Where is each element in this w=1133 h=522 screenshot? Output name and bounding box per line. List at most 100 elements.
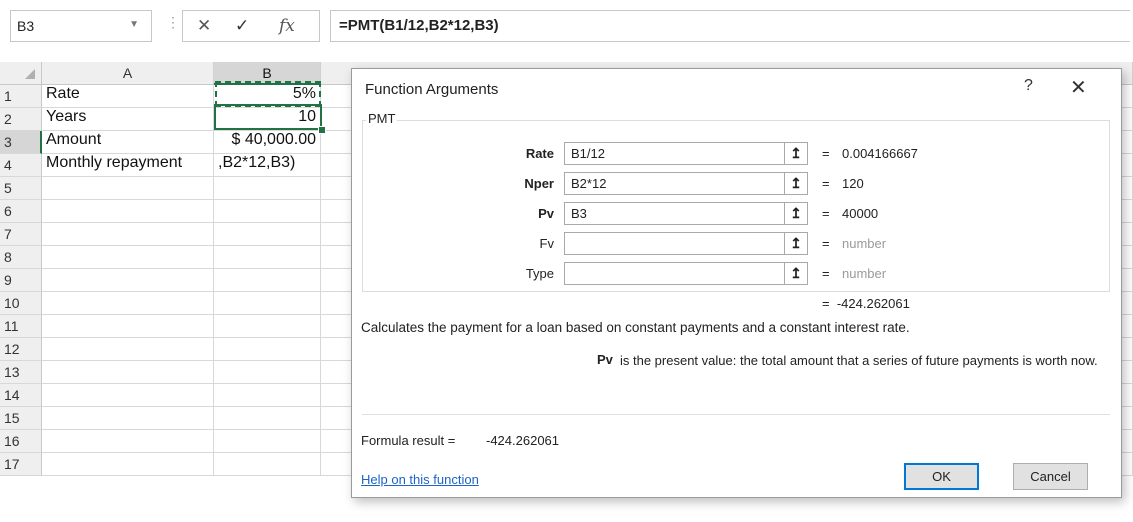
collapse-dialog-icon[interactable]: ↥	[784, 262, 807, 285]
ok-button[interactable]: OK	[904, 463, 979, 490]
empty-cell[interactable]	[214, 407, 321, 430]
argument-help-text: is the present value: the total amount t…	[620, 353, 1098, 368]
empty-cell[interactable]	[214, 200, 321, 223]
empty-cell[interactable]	[42, 338, 214, 361]
row-header[interactable]: 13	[0, 361, 42, 384]
row-header[interactable]: 5	[0, 177, 42, 200]
enter-icon[interactable]: ✓	[235, 16, 249, 36]
equals-sign: =	[822, 146, 830, 161]
row-header[interactable]: 4	[0, 154, 42, 177]
empty-cell[interactable]	[42, 223, 214, 246]
row-header[interactable]: 6	[0, 200, 42, 223]
name-box-value: B3	[17, 18, 35, 34]
insert-function-icon[interactable]: fx	[279, 16, 295, 36]
empty-cell[interactable]	[214, 292, 321, 315]
cell-a3[interactable]: Amount	[42, 131, 214, 154]
cancel-button[interactable]: Cancel	[1013, 463, 1088, 490]
row-header[interactable]: 16	[0, 430, 42, 453]
formula-result-value: -424.262061	[486, 433, 560, 448]
cell-a2[interactable]: Years	[42, 108, 214, 131]
formula-result-label: Formula result =	[361, 433, 456, 448]
row-header[interactable]: 7	[0, 223, 42, 246]
collapse-dialog-icon[interactable]: ↥	[784, 232, 807, 255]
row-header[interactable]: 9	[0, 269, 42, 292]
row-header[interactable]: 10	[0, 292, 42, 315]
empty-cell[interactable]	[214, 453, 321, 476]
argument-help-key: Pv	[597, 352, 613, 367]
argument-label: Rate	[525, 146, 554, 161]
empty-cell[interactable]	[42, 246, 214, 269]
empty-cell[interactable]	[214, 361, 321, 384]
row-header[interactable]: 8	[0, 246, 42, 269]
argument-value: B3	[571, 206, 587, 221]
cell-a1[interactable]: Rate	[42, 85, 214, 108]
cell-a4[interactable]: Monthly repayment	[42, 154, 214, 177]
empty-cell[interactable]	[42, 430, 214, 453]
active-cell-border	[214, 104, 322, 130]
argument-input[interactable]	[564, 232, 808, 255]
empty-cell[interactable]	[42, 177, 214, 200]
function-name: PMT	[366, 111, 398, 126]
close-icon[interactable]: ✕	[1070, 75, 1087, 100]
empty-cell[interactable]	[214, 430, 321, 453]
collapse-dialog-icon[interactable]: ↥	[784, 142, 807, 165]
argument-value: B2*12	[571, 176, 607, 191]
row-header[interactable]: 15	[0, 407, 42, 430]
function-arguments-dialog: Function Arguments ? ✕ PMT Rate B1/12 ↥ = 0.…	[351, 68, 1122, 498]
dialog-title: Function Arguments	[365, 81, 499, 98]
formula-buttons: ✕ ✓ fx	[182, 10, 320, 42]
select-all-icon	[25, 69, 35, 79]
row-header[interactable]: 2	[0, 108, 42, 131]
equals-sign: =	[822, 176, 830, 191]
empty-cell[interactable]	[214, 315, 321, 338]
empty-cell[interactable]	[214, 246, 321, 269]
argument-result: 120	[842, 176, 864, 191]
empty-cell[interactable]	[42, 315, 214, 338]
empty-cell[interactable]	[42, 407, 214, 430]
collapse-dialog-icon[interactable]: ↥	[784, 172, 807, 195]
divider	[362, 414, 1110, 415]
empty-cell[interactable]	[42, 453, 214, 476]
formula-input[interactable]: =PMT(B1/12,B2*12,B3)	[330, 10, 1130, 42]
formula-bar: B3 ▼ ⋮ ✕ ✓ fx =PMT(B1/12,B2*12,B3)	[0, 0, 1133, 56]
empty-cell[interactable]	[42, 269, 214, 292]
empty-cell[interactable]	[214, 177, 321, 200]
cancel-icon[interactable]: ✕	[197, 16, 211, 36]
empty-cell[interactable]	[42, 200, 214, 223]
empty-cell[interactable]	[42, 292, 214, 315]
empty-cell[interactable]	[42, 361, 214, 384]
equals-sign: =	[822, 236, 830, 251]
fill-handle[interactable]	[318, 126, 326, 134]
select-all-corner[interactable]	[0, 62, 42, 85]
equals-sign: =	[822, 206, 830, 221]
argument-input[interactable]: B1/12	[564, 142, 808, 165]
result-equals: =	[822, 296, 830, 311]
cell-b4[interactable]: ,B2*12,B3)	[214, 154, 321, 177]
empty-cell[interactable]	[42, 384, 214, 407]
empty-cell[interactable]	[214, 223, 321, 246]
row-header[interactable]: 3	[0, 131, 42, 154]
row-header[interactable]: 12	[0, 338, 42, 361]
help-on-function-link[interactable]: Help on this function	[361, 472, 479, 487]
name-box[interactable]: B3 ▼	[10, 10, 152, 42]
function-description: Calculates the payment for a loan based …	[361, 320, 910, 335]
argument-input[interactable]: B2*12	[564, 172, 808, 195]
chevron-down-icon[interactable]: ▼	[129, 19, 139, 30]
argument-input[interactable]: B3	[564, 202, 808, 225]
cell-b3[interactable]: $ 40,000.00	[214, 131, 321, 154]
empty-cell[interactable]	[214, 384, 321, 407]
function-result: = -424.262061	[822, 296, 910, 311]
argument-input[interactable]	[564, 262, 808, 285]
column-header-a[interactable]: A	[42, 62, 214, 85]
argument-result: number	[842, 266, 887, 281]
row-header[interactable]: 11	[0, 315, 42, 338]
empty-cell[interactable]	[214, 338, 321, 361]
row-header[interactable]: 1	[0, 85, 42, 108]
row-header[interactable]: 14	[0, 384, 42, 407]
collapse-dialog-icon[interactable]: ↥	[784, 202, 807, 225]
formula-bar-grip-icon: ⋮	[166, 14, 180, 30]
empty-cell[interactable]	[214, 269, 321, 292]
argument-result: number	[842, 236, 887, 251]
help-icon[interactable]: ?	[1024, 77, 1033, 95]
row-header[interactable]: 17	[0, 453, 42, 476]
